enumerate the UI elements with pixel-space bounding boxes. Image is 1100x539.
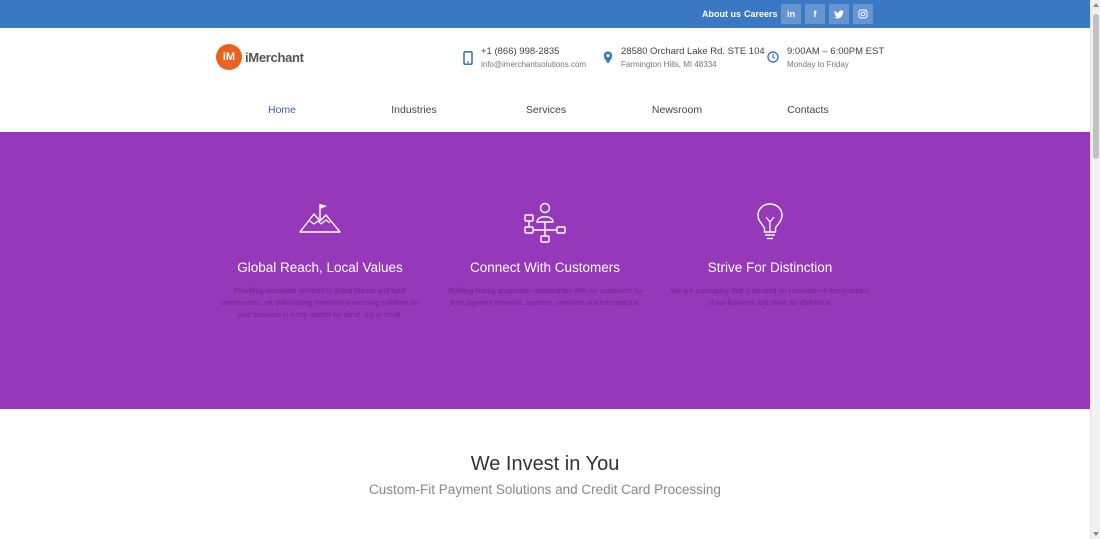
invest-subtitle: Custom-Fit Payment Solutions and Credit …	[369, 482, 721, 497]
logo[interactable]: iM iMerchant	[216, 44, 304, 70]
features-band: Global Reach, Local Values Providing wor…	[0, 132, 1090, 409]
instagram-icon[interactable]	[853, 4, 873, 24]
business-days: Monday to Friday	[787, 60, 849, 69]
feature-title: Strive For Distinction	[707, 260, 833, 275]
clock-icon	[767, 51, 779, 63]
phone-number[interactable]: +1 (866) 998-2835	[481, 46, 586, 58]
mobile-phone-icon	[463, 51, 473, 65]
logo-text: iMerchant	[245, 49, 304, 65]
feature-description: We are a company that is focused on inno…	[670, 288, 870, 307]
logo-mark: iM	[216, 44, 242, 70]
scroll-up-arrow-icon[interactable]	[1093, 3, 1099, 7]
scroll-down-arrow-icon[interactable]	[1093, 532, 1099, 536]
nav-home[interactable]: Home	[268, 104, 296, 116]
facebook-icon[interactable]: f	[805, 4, 825, 24]
nav-contacts[interactable]: Contacts	[787, 104, 828, 116]
nav-newsroom[interactable]: Newsroom	[652, 104, 702, 116]
scrollbar-thumb[interactable]	[1093, 14, 1099, 159]
careers-link[interactable]: Careers	[744, 9, 778, 19]
nav-services[interactable]: Services	[526, 104, 566, 116]
feature-title: Connect With Customers	[469, 260, 621, 275]
page: About us Careers in f iM iMerchant +1 (8…	[0, 0, 1100, 539]
mountain-flag-icon	[299, 204, 341, 233]
vertical-scrollbar[interactable]	[1090, 0, 1100, 539]
business-hours: 9:00AM – 6:00PM EST	[787, 46, 885, 57]
address-line-1: 28580 Orchard Lake Rd. STE 104	[621, 46, 765, 57]
email-address[interactable]: info@imerchantsolutions.com	[481, 59, 586, 71]
invest-title: We Invest in You	[470, 453, 620, 475]
network-person-icon	[524, 202, 566, 243]
about-us-link[interactable]: About us	[702, 9, 741, 19]
top-bar: About us Careers in f	[0, 0, 1090, 28]
feature-description: Providing worldwide services to global b…	[221, 288, 419, 319]
linkedin-icon[interactable]: in	[781, 4, 801, 24]
lightbulb-icon	[757, 203, 783, 240]
address-line-2: Farmington Hills, MI 48334	[621, 60, 717, 69]
phone-info: +1 (866) 998-2835 info@imerchantsolution…	[463, 46, 586, 71]
address-info: 28580 Orchard Lake Rd. STE 104 Farmingto…	[603, 46, 765, 71]
twitter-icon[interactable]	[829, 4, 849, 24]
feature-title: Global Reach, Local Values	[237, 260, 403, 275]
hours-info: 9:00AM – 6:00PM EST Monday to Friday	[767, 46, 884, 71]
feature-description: Building lasting acquisition relationshi…	[448, 288, 642, 307]
nav-industries[interactable]: Industries	[391, 104, 437, 116]
map-pin-icon	[603, 51, 613, 64]
webpage: About us Careers in f iM iMerchant +1 (8…	[0, 0, 1090, 539]
